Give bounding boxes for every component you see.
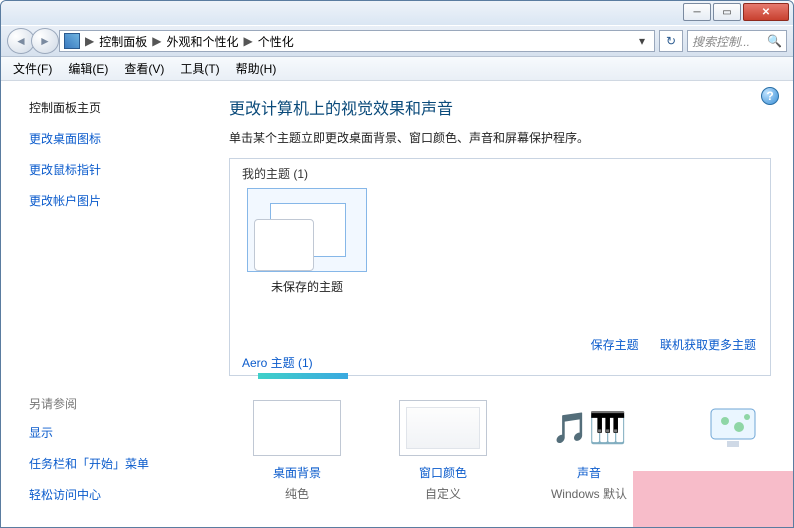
address-bar: ◄ ► ▶ 控制面板 ▶ 外观和个性化 ▶ 个性化 ▾ ↻ 搜索控制... 🔍 [1,25,793,57]
aero-theme-strip[interactable] [258,373,348,379]
sidebar-heading[interactable]: 控制面板主页 [29,99,197,116]
search-placeholder: 搜索控制... [692,33,750,50]
crumb-personalization[interactable]: 个性化 [258,33,294,50]
help-icon[interactable]: ? [761,87,779,105]
theme-actions: 保存主题 联机获取更多主题 [573,336,756,353]
close-button[interactable]: ✕ [743,3,789,21]
theme-thumbnail [247,188,367,272]
sidebar-link-desktop-icons[interactable]: 更改桌面图标 [29,130,197,147]
sidebar-see-also-heading: 另请参阅 [29,395,197,412]
save-theme-link[interactable]: 保存主题 [591,338,639,352]
main-panel: ? 更改计算机上的视觉效果和声音 单击某个主题立即更改桌面背景、窗口颜色、声音和… [211,81,793,527]
theme-name-label: 未保存的主题 [242,278,372,295]
crumb-control-panel[interactable]: 控制面板 [99,33,147,50]
address-dropdown-icon[interactable]: ▾ [634,34,650,48]
chevron-right-icon: ▶ [85,34,94,48]
sidebar: 控制面板主页 更改桌面图标 更改鼠标指针 更改帐户图片 另请参阅 显示 任务栏和… [1,81,211,527]
desktop-background-value: 纯色 [229,485,365,502]
window-frame: ─ ▭ ✕ ◄ ► ▶ 控制面板 ▶ 外观和个性化 ▶ 个性化 ▾ ↻ 搜索控制… [0,0,794,528]
forward-button[interactable]: ► [31,28,59,54]
window-color-item[interactable]: 窗口颜色 自定义 [375,400,511,502]
menu-view[interactable]: 查看(V) [124,60,164,77]
sidebar-link-account-picture[interactable]: 更改帐户图片 [29,192,197,209]
desktop-background-label: 桌面背景 [229,464,365,481]
maximize-button[interactable]: ▭ [713,3,741,21]
themes-pane: 我的主题 (1) 未保存的主题 保存主题 联机获取更多主题 Aero 主题 (1… [229,158,771,376]
get-more-themes-link[interactable]: 联机获取更多主题 [660,338,756,352]
window-color-value: 自定义 [375,485,511,502]
control-panel-icon [64,33,80,49]
search-input[interactable]: 搜索控制... 🔍 [687,30,787,52]
menu-tools[interactable]: 工具(T) [180,60,219,77]
my-themes-label: 我的主题 (1) [242,165,758,182]
titlebar: ─ ▭ ✕ [1,1,793,25]
breadcrumb[interactable]: ▶ 控制面板 ▶ 外观和个性化 ▶ 个性化 ▾ [59,30,655,52]
overlay-patch [633,471,793,527]
window-color-thumb [399,400,487,456]
chevron-right-icon: ▶ [244,34,253,48]
sidebar-link-taskbar[interactable]: 任务栏和「开始」菜单 [29,455,197,472]
desktop-background-thumb [253,400,341,456]
page-title: 更改计算机上的视觉效果和声音 [229,95,771,119]
theme-item-unsaved[interactable]: 未保存的主题 [242,188,372,295]
sidebar-link-display[interactable]: 显示 [29,424,197,441]
menu-help[interactable]: 帮助(H) [236,60,277,77]
screensaver-icon [691,400,779,456]
search-icon[interactable]: 🔍 [767,34,782,48]
menu-bar: 文件(F) 编辑(E) 查看(V) 工具(T) 帮助(H) [1,57,793,81]
window-color-label: 窗口颜色 [375,464,511,481]
page-subtext: 单击某个主题立即更改桌面背景、窗口颜色、声音和屏幕保护程序。 [229,129,771,146]
crumb-appearance[interactable]: 外观和个性化 [166,33,238,50]
sidebar-link-ease-of-access[interactable]: 轻松访问中心 [29,486,197,503]
minimize-button[interactable]: ─ [683,3,711,21]
nav-buttons: ◄ ► [7,28,55,54]
menu-edit[interactable]: 编辑(E) [68,60,108,77]
content-body: 控制面板主页 更改桌面图标 更改鼠标指针 更改帐户图片 另请参阅 显示 任务栏和… [1,81,793,527]
chevron-right-icon: ▶ [152,34,161,48]
aero-themes-label: Aero 主题 (1) [242,354,313,371]
menu-file[interactable]: 文件(F) [13,60,52,77]
desktop-background-item[interactable]: 桌面背景 纯色 [229,400,365,502]
sound-icon: 🎵🎹 [545,400,633,456]
sidebar-link-mouse-pointers[interactable]: 更改鼠标指针 [29,161,197,178]
refresh-button[interactable]: ↻ [659,30,683,52]
